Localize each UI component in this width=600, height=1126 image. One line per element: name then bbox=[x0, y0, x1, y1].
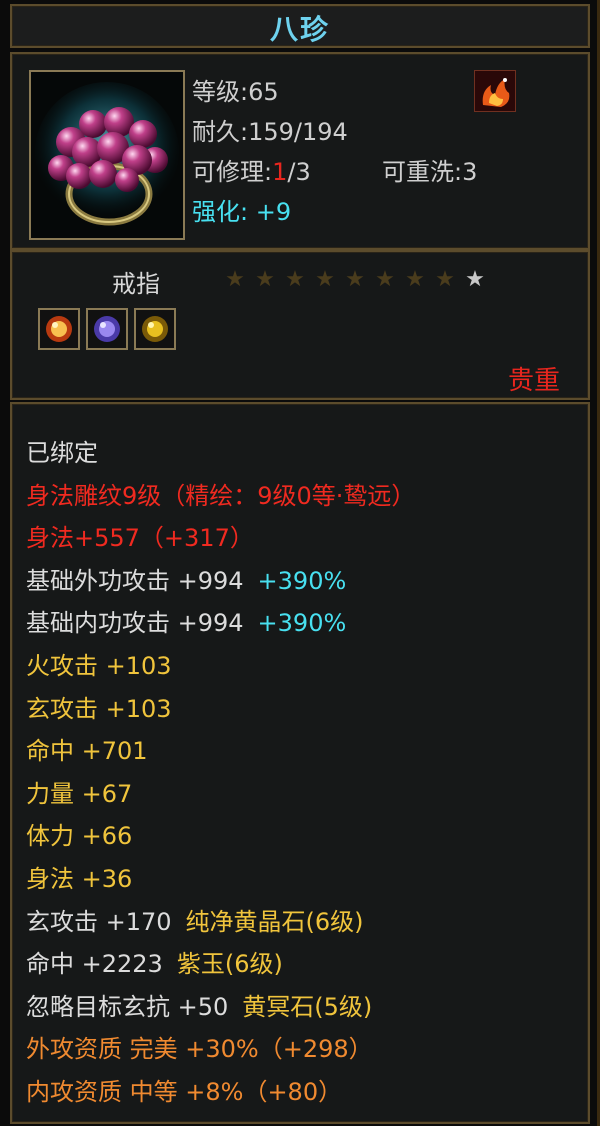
stat-line: 命中 +701 bbox=[26, 730, 415, 773]
stat-extra: 黄冥石(5级) bbox=[242, 992, 373, 1021]
rewash-value: 3 bbox=[462, 158, 478, 186]
star-icon: ★ bbox=[225, 267, 245, 292]
stat-line: 身法 +36 bbox=[26, 858, 415, 901]
stat-text: 外攻资质 完美 +30%（+298） bbox=[26, 1035, 373, 1064]
rewash-label: 可重洗: bbox=[382, 158, 463, 186]
stat-line: 身法雕纹9级（精绘：9级0等·鸷远） bbox=[26, 475, 415, 518]
stat-extra: +390% bbox=[257, 609, 347, 638]
item-header-panel: 等级:65 耐久:159/194 可修理:1/3 可重洗:3 强化: +9 bbox=[10, 52, 590, 250]
gem-socket-2[interactable] bbox=[86, 308, 128, 350]
stat-text: 内攻资质 中等 +8%（+80） bbox=[26, 1077, 343, 1106]
stat-line: 已绑定 bbox=[26, 432, 415, 475]
stat-line: 玄攻击 +103 bbox=[26, 688, 415, 731]
stat-text: 身法 +36 bbox=[26, 864, 133, 893]
stats-list: 已绑定身法雕纹9级（精绘：9级0等·鸷远） 身法+557（+317） 基础外功攻击 … bbox=[26, 432, 415, 1114]
stat-line: 忽略目标玄抗 +50 黄冥石(5级) bbox=[26, 986, 415, 1029]
stat-text: 命中 +2223 bbox=[26, 950, 163, 979]
item-type-panel: 戒指 ★ ★ ★ ★ ★ ★ ★ ★ ★ 贵重 bbox=[10, 250, 590, 400]
level-value: 65 bbox=[248, 78, 279, 106]
repair-used: 1 bbox=[272, 158, 288, 186]
gem-socket-1[interactable] bbox=[38, 308, 80, 350]
stat-line: 火攻击 +103 bbox=[26, 645, 415, 688]
star-icon: ★ bbox=[315, 267, 335, 292]
stat-text: 身法雕纹9级（精绘：9级0等·鸷远） bbox=[26, 481, 416, 510]
item-type: 戒指 bbox=[112, 270, 160, 298]
stat-text: 火攻击 +103 bbox=[26, 651, 172, 680]
refine-value: +9 bbox=[255, 198, 292, 226]
repair-row: 可修理:1/3 可重洗:3 bbox=[192, 152, 477, 192]
stat-text: 已绑定 bbox=[26, 439, 98, 467]
refine-row: 强化: +9 bbox=[192, 192, 477, 232]
stat-line: 玄攻击 +170 纯净黄晶石(6级) bbox=[26, 901, 415, 944]
stat-text: 基础内功攻击 +994 bbox=[26, 609, 244, 638]
stat-line: 命中 +2223 紫玉(6级) bbox=[26, 943, 415, 986]
stat-text: 玄攻击 +170 bbox=[26, 907, 172, 936]
stat-line: 力量 +67 bbox=[26, 773, 415, 816]
stat-line: 体力 +66 bbox=[26, 815, 415, 858]
ring-image bbox=[31, 72, 183, 238]
yellow-gem-icon bbox=[142, 316, 168, 342]
level-label: 等级: bbox=[192, 78, 249, 106]
stats-panel: 已绑定身法雕纹9级（精绘：9级0等·鸷远） 身法+557（+317） 基础外功攻击 … bbox=[10, 402, 590, 1124]
stat-line: 身法+557（+317） bbox=[26, 517, 415, 560]
purple-gem-icon bbox=[94, 316, 120, 342]
star-icon: ★ bbox=[465, 267, 485, 292]
title-bar: 八珍 bbox=[10, 4, 590, 48]
star-rating: ★ ★ ★ ★ ★ ★ ★ ★ ★ bbox=[222, 268, 488, 292]
stat-extra: 纯净黄晶石(6级) bbox=[185, 907, 364, 936]
gem-socket-3[interactable] bbox=[134, 308, 176, 350]
star-icon: ★ bbox=[375, 267, 395, 292]
stat-text: 玄攻击 +103 bbox=[26, 694, 172, 723]
refine-label: 强化: bbox=[192, 198, 249, 226]
star-icon: ★ bbox=[345, 267, 365, 292]
stat-line: 基础内功攻击 +994 +390% bbox=[26, 602, 415, 645]
gem-sockets bbox=[38, 308, 176, 350]
durability-row: 耐久:159/194 bbox=[192, 112, 477, 152]
repair-total: /3 bbox=[287, 158, 311, 186]
stat-line: 基础外功攻击 +994 +390% bbox=[26, 560, 415, 603]
stat-text: 体力 +66 bbox=[26, 822, 133, 851]
quality-label: 贵重 bbox=[507, 366, 560, 396]
stat-extra: 紫玉(6级) bbox=[176, 950, 283, 979]
durability-value: 159/194 bbox=[248, 118, 348, 146]
star-icon: ★ bbox=[435, 267, 455, 292]
item-info: 等级:65 耐久:159/194 可修理:1/3 可重洗:3 强化: +9 bbox=[192, 72, 477, 232]
stat-text: 忽略目标玄抗 +50 bbox=[26, 992, 229, 1021]
repair-label: 可修理: bbox=[192, 158, 273, 186]
stat-extra: +390% bbox=[257, 566, 347, 595]
ring-icon[interactable] bbox=[29, 70, 185, 240]
item-name: 八珍 bbox=[269, 13, 330, 46]
level-row: 等级:65 bbox=[192, 72, 477, 112]
durability-label: 耐久: bbox=[192, 118, 249, 146]
star-icon: ★ bbox=[255, 267, 275, 292]
flame-emblem-icon bbox=[474, 70, 516, 112]
stat-text: 力量 +67 bbox=[26, 779, 133, 808]
stat-line: 外攻资质 完美 +30%（+298） bbox=[26, 1028, 415, 1071]
stat-text: 命中 +701 bbox=[26, 737, 148, 766]
stat-text: 基础外功攻击 +994 bbox=[26, 566, 244, 595]
fire-gem-icon bbox=[46, 316, 72, 342]
stat-text: 身法+557（+317） bbox=[26, 524, 254, 553]
star-icon: ★ bbox=[285, 267, 305, 292]
star-icon: ★ bbox=[405, 267, 425, 292]
stat-line: 内攻资质 中等 +8%（+80） bbox=[26, 1071, 415, 1114]
